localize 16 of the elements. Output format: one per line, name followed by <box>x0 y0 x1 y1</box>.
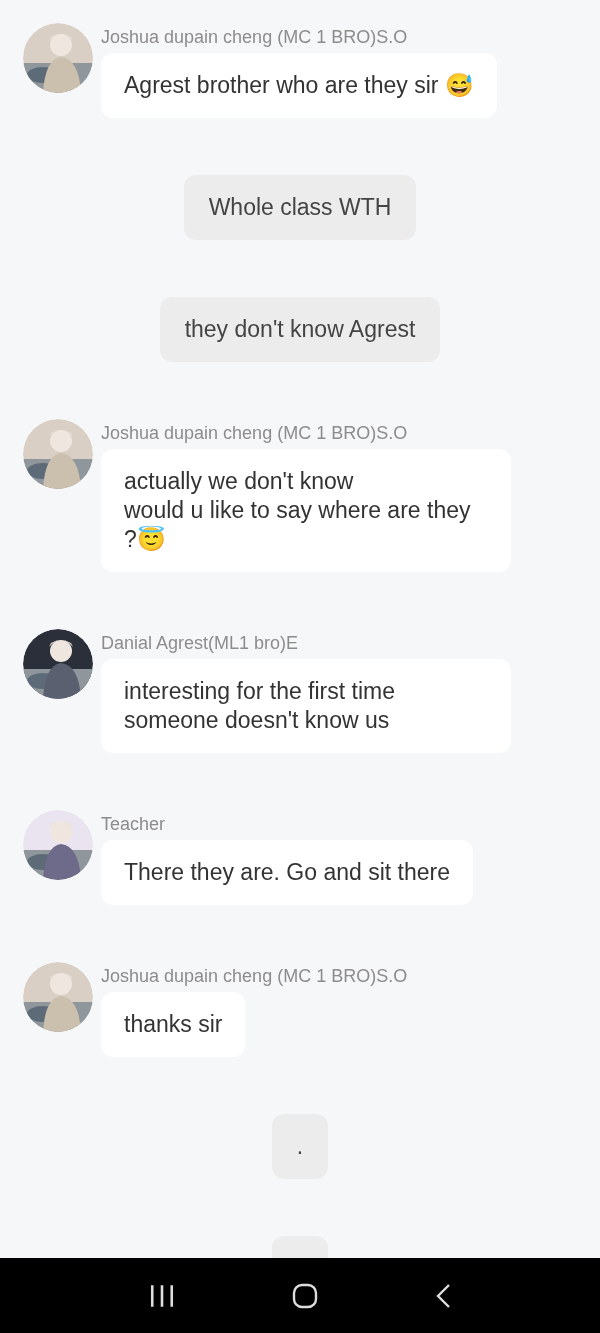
message-bubble: thanks sir <box>101 992 246 1057</box>
sender-name: Joshua dupain cheng (MC 1 BRO)S.O <box>101 26 408 49</box>
message-bubble: There they are. Go and sit there <box>101 840 473 905</box>
back-icon[interactable] <box>435 1282 452 1309</box>
sender-name: Joshua dupain cheng (MC 1 BRO)S.O <box>101 965 408 988</box>
message-bubble: Agrest brother who are they sir 😅 <box>101 53 497 118</box>
message-bubble: they don't know Agrest <box>159 297 441 362</box>
message-bubble: interesting for the first time someone doesn't know us <box>101 659 511 753</box>
sender-name: Joshua dupain cheng (MC 1 BRO)S.O <box>101 422 408 445</box>
message-bubble: . <box>271 1114 329 1179</box>
home-icon[interactable] <box>292 1282 318 1309</box>
message-bubble: Whole class WTH <box>183 175 417 240</box>
message-bubble: actually we don't know would u like to say where are they ?😇 <box>101 449 511 572</box>
sender-name: Danial Agrest(ML1 bro)E <box>101 632 299 655</box>
sender-name: Teacher <box>101 813 166 836</box>
recent-apps-icon[interactable] <box>148 1282 175 1309</box>
